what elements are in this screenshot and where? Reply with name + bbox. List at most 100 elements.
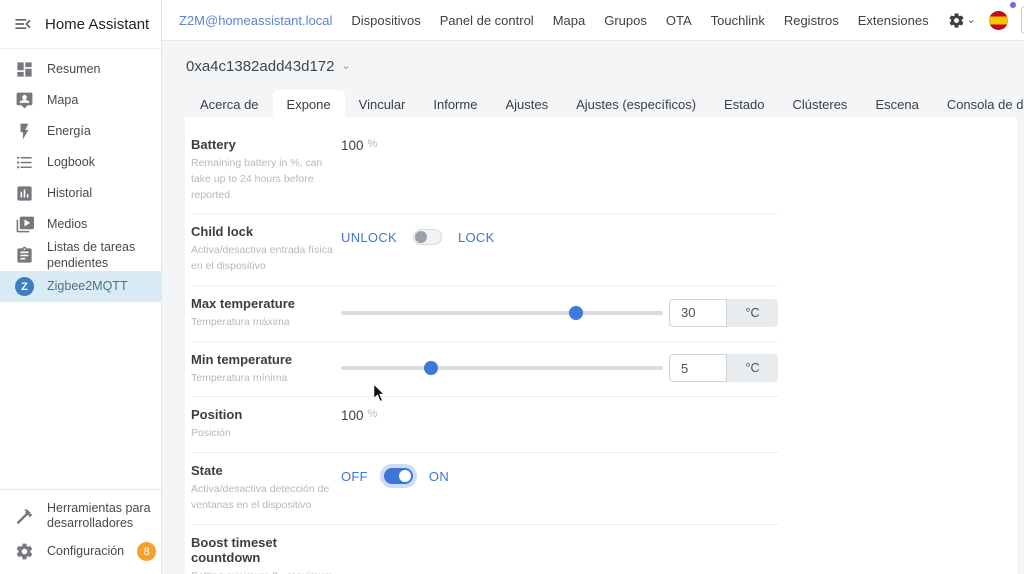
toggle-on-label: ON — [428, 468, 450, 484]
spanish-flag-icon[interactable] — [988, 10, 1008, 30]
tab-ajustes[interactable]: Ajustes — [491, 90, 562, 120]
toggle-off-label: OFF — [341, 468, 368, 484]
slider-input-group: °C — [669, 298, 778, 327]
sidebar-item-listas-de-tareas-pendientes[interactable]: Listas de tareas pendientes — [0, 240, 161, 271]
toggle-control: UNLOCK LOCK — [341, 225, 495, 246]
sidebar-bottom-nav: Herramientas para desarrolladores Configu… — [0, 488, 161, 574]
tab-expone[interactable]: Expone — [272, 90, 345, 120]
topbar-nav-extensiones[interactable]: Extensiones — [858, 13, 929, 28]
expose-control: °C — [341, 295, 779, 331]
expose-label: Battery Remaining battery in %, can take … — [191, 136, 341, 203]
expose-value-unit: % — [367, 408, 378, 421]
expose-label: Boost timeset countdown Setting minimum 0… — [191, 534, 341, 574]
expose-title: Min temperature — [191, 351, 293, 367]
todo-list-icon — [15, 246, 34, 265]
slider-thumb[interactable] — [424, 361, 439, 376]
sidebar-item-configuraci-n[interactable]: Configuración 8 — [0, 537, 161, 566]
sidebar-item-mapa[interactable]: Mapa — [0, 85, 161, 116]
toggle-knob — [415, 231, 428, 244]
sidebar-item-logbook[interactable]: Logbook — [0, 147, 161, 178]
sidebar-item-zigbee2mqtt[interactable]: Z Zigbee2MQTT — [0, 271, 161, 302]
slider-track[interactable] — [341, 361, 663, 376]
expose-description: Setting minimum 0 - maximum 120 minutes … — [191, 569, 341, 574]
slider-value-input[interactable] — [669, 354, 727, 383]
tab-cl-steres[interactable]: Clústeres — [779, 90, 862, 120]
expose-value-unit: % — [367, 138, 378, 150]
slider-thumb[interactable] — [569, 305, 584, 320]
tab-vincular[interactable]: Vincular — [345, 90, 420, 120]
expose-title: Max temperature — [191, 295, 296, 311]
energy-icon — [15, 122, 34, 141]
expose-control: UNLOCK LOCK — [341, 223, 779, 275]
device-header[interactable]: 0xa4c1382add43d172 ⌄ — [186, 58, 351, 75]
menu-open-icon[interactable] — [13, 14, 33, 34]
sidebar-item-energ-a[interactable]: Energía — [0, 116, 161, 147]
expose-control: °C — [341, 351, 779, 387]
topbar-nav-registros[interactable]: Registros — [784, 13, 839, 28]
tab-ajustes-espec-ficos-[interactable]: Ajustes (específicos) — [562, 90, 710, 120]
settings-dropdown[interactable]: ⌄ — [948, 12, 976, 29]
toggle-on-label: LOCK — [457, 229, 495, 245]
sidebar-item-label: Herramientas para desarrolladores — [47, 500, 151, 531]
map-icon — [15, 91, 34, 110]
slider-unit: °C — [727, 354, 778, 383]
expose-title: Position — [191, 407, 243, 423]
expose-title: Child lock — [191, 224, 254, 240]
expose-row-boost-timeset-countdown: Boost timeset countdown Setting minimum 0… — [191, 525, 779, 574]
sidebar-nav: Resumen Mapa Energía Logbook Historial Medios… — [0, 49, 161, 302]
sidebar-item-herramientas-para-desarrolladores[interactable]: Herramientas para desarrolladores — [0, 496, 161, 537]
topbar-nav: Dispositivos Panel de control Mapa Grupos OT… — [351, 13, 928, 28]
expose-label: Position Posición — [191, 406, 341, 442]
toggle-switch[interactable] — [412, 229, 442, 246]
expose-title: Boost timeset countdown — [191, 534, 277, 565]
tab-acerca-de[interactable]: Acerca de — [186, 90, 273, 120]
expose-label: Min temperature Temperatura mínima — [191, 351, 341, 387]
sidebar-item-label: Resumen — [47, 61, 101, 76]
topbar-nav-panel-de-control[interactable]: Panel de control — [440, 13, 534, 28]
sidebar-item-resumen[interactable]: Resumen — [0, 54, 161, 85]
expose-row-child-lock: Child lock Activa/desactiva entrada físic… — [191, 214, 779, 286]
gear-icon — [948, 12, 965, 29]
expose-label: Child lock Activa/desactiva entrada físic… — [191, 223, 341, 275]
expose-control: m — [341, 534, 779, 574]
expose-value: 100 — [341, 138, 364, 153]
sidebar-item-label: Logbook — [47, 154, 95, 169]
topbar-nav-dispositivos[interactable]: Dispositivos — [351, 13, 420, 28]
expose-value: 100 — [341, 408, 364, 424]
slider-value-input[interactable] — [669, 298, 727, 327]
tab-informe[interactable]: Informe — [419, 90, 491, 120]
media-icon — [15, 215, 34, 234]
recording-indicator-dot — [1010, 2, 1016, 8]
mouse-cursor — [373, 383, 386, 403]
topbar-nav-ota[interactable]: OTA — [666, 13, 692, 28]
expose-description: Temperatura máxima — [191, 315, 290, 328]
toggle-off-label: UNLOCK — [341, 229, 397, 245]
chevron-down-icon: ⌄ — [341, 60, 351, 72]
tab-estado[interactable]: Estado — [710, 90, 778, 120]
z2m-instance-link[interactable]: Z2M@homeassistant.local — [179, 13, 332, 28]
expose-control: OFF ON — [341, 462, 779, 514]
topbar-nav-touchlink[interactable]: Touchlink — [711, 13, 765, 28]
expose-row-battery: Battery Remaining battery in %, can take … — [191, 127, 779, 215]
sidebar: Home Assistant Resumen Mapa Energía Logbook… — [0, 0, 162, 574]
tab-escena[interactable]: Escena — [861, 90, 932, 120]
tab-consola-de-desarrollo[interactable]: Consola de desarrollo — [933, 90, 1024, 120]
topbar-nav-grupos[interactable]: Grupos — [604, 13, 647, 28]
zigbee2mqtt-icon: Z — [15, 277, 34, 296]
view-dashboard-icon — [15, 60, 34, 79]
toggle-knob — [398, 469, 411, 482]
expose-description: Posición — [191, 427, 231, 440]
gear-icon — [15, 542, 34, 561]
exposes-rows: Battery Remaining battery in %, can take … — [191, 127, 779, 574]
sidebar-item-historial[interactable]: Historial — [0, 178, 161, 209]
device-tabs: Acerca de Expone Vincular Informe Ajustes Aju… — [186, 90, 1024, 120]
topbar-nav-mapa[interactable]: Mapa — [553, 13, 586, 28]
slider-track[interactable] — [341, 305, 663, 320]
toggle-switch[interactable] — [383, 468, 413, 484]
expose-description: Temperatura mínima — [191, 371, 288, 384]
expose-title: State — [191, 463, 223, 478]
expose-description: Activa/desactiva entrada física en el di… — [191, 244, 333, 272]
sidebar-item-label: Configuración — [47, 543, 125, 558]
sidebar-item-medios[interactable]: Medios — [0, 209, 161, 240]
expose-row-max-temperature: Max temperature Temperatura máxima °C — [191, 286, 779, 342]
